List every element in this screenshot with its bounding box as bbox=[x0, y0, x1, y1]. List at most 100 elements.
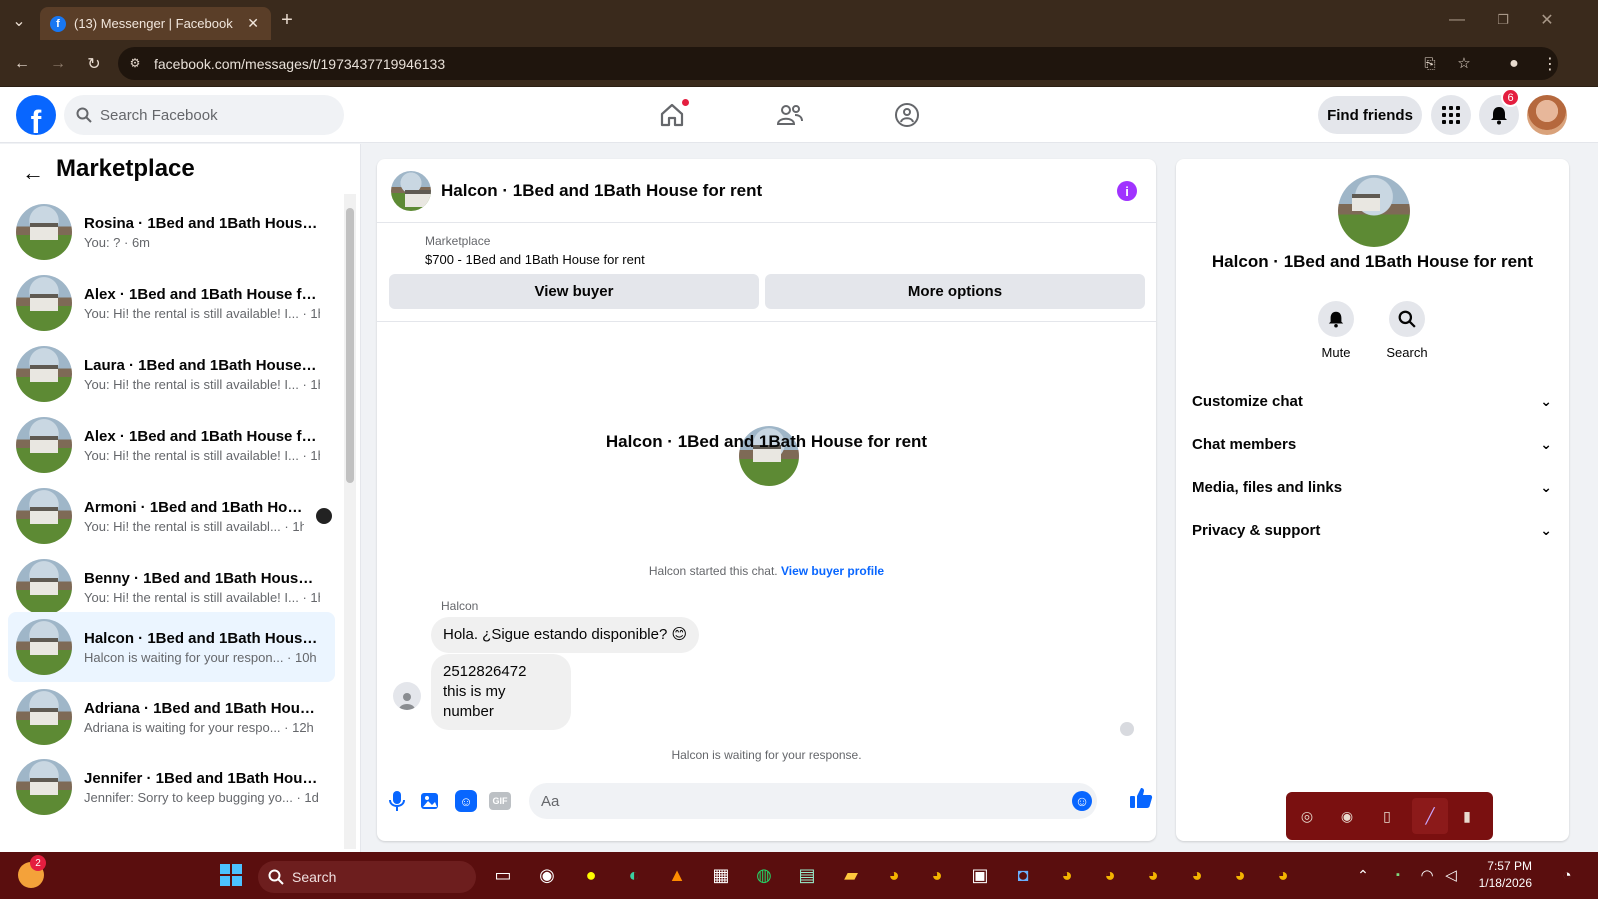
restore-icon[interactable]: ❐ bbox=[1492, 9, 1514, 31]
vlc-icon[interactable]: ▲ bbox=[662, 860, 692, 890]
install-app-icon[interactable]: ⎘ bbox=[1420, 53, 1440, 73]
message-bubble[interactable]: Hola. ¿Sigue estando disponible? 😊 bbox=[431, 617, 700, 653]
customize-chat-section[interactable]: Customize chat ⌄ bbox=[1192, 381, 1552, 421]
menu-button[interactable] bbox=[1431, 95, 1471, 135]
minimize-icon[interactable]: — bbox=[1446, 9, 1468, 31]
chrome-icon[interactable]: ◕ bbox=[1182, 860, 1212, 890]
listing-thumbnail bbox=[16, 759, 72, 815]
more-options-button[interactable]: More options bbox=[765, 274, 1145, 309]
info-icon[interactable]: i bbox=[1117, 181, 1137, 201]
facebook-logo[interactable]: f bbox=[16, 95, 56, 135]
tray-app-icon[interactable]: ▪ bbox=[1383, 860, 1413, 890]
edge-icon[interactable]: ◐ bbox=[619, 860, 649, 890]
app-icon[interactable]: ▣ bbox=[965, 860, 995, 890]
bookmark-star-icon[interactable]: ☆ bbox=[1454, 53, 1474, 73]
section-label: Chat members bbox=[1192, 435, 1297, 453]
home-nav[interactable] bbox=[642, 95, 702, 135]
back-arrow-icon[interactable]: ← bbox=[22, 160, 44, 186]
section-label: Privacy & support bbox=[1192, 521, 1321, 539]
list-item[interactable]: Adriana · 1Bed and 1Bath House... Adriana… bbox=[8, 682, 335, 752]
forward-icon[interactable]: → bbox=[46, 52, 70, 76]
steam-icon[interactable]: ◉ bbox=[1336, 805, 1358, 827]
privacy-support-section[interactable]: Privacy & support ⌄ bbox=[1192, 510, 1552, 550]
chevron-down-icon: ⌄ bbox=[1540, 521, 1552, 538]
emoji-icon[interactable]: ☺ bbox=[1072, 791, 1092, 811]
new-tab-icon[interactable]: + bbox=[276, 9, 298, 31]
search-in-chat-button[interactable] bbox=[1389, 301, 1425, 337]
mute-label: Mute bbox=[1321, 345, 1351, 360]
terminal-icon[interactable]: ▤ bbox=[792, 860, 822, 890]
list-item-selected[interactable]: Halcon · 1Bed and 1Bath House ... Halcon … bbox=[8, 612, 335, 682]
page-scrollbar[interactable] bbox=[1580, 144, 1598, 852]
view-buyer-profile-link[interactable]: View buyer profile bbox=[781, 564, 884, 578]
menu-kebab-icon[interactable]: ⋮ bbox=[1538, 52, 1562, 76]
game-bar-widget: ◎ ◉ ▯ ╱ ▮ bbox=[1286, 792, 1493, 840]
chrome-icon[interactable]: ◕ bbox=[922, 860, 952, 890]
details-avatar[interactable] bbox=[1338, 175, 1410, 247]
back-icon[interactable]: ← bbox=[10, 52, 34, 76]
profile-icon[interactable]: ● bbox=[1502, 52, 1526, 76]
clock[interactable]: 7:57 PM 1/18/2026 bbox=[1468, 858, 1532, 892]
account-avatar[interactable] bbox=[1527, 95, 1567, 135]
thumbs-up-icon[interactable] bbox=[1129, 786, 1153, 812]
phone-icon[interactable]: ▯ bbox=[1376, 805, 1398, 827]
snapchat-icon[interactable]: ● bbox=[576, 860, 606, 890]
brush-icon[interactable]: ╱ bbox=[1412, 798, 1448, 834]
sticker-icon[interactable]: ☺ bbox=[455, 790, 477, 812]
chrome-icon[interactable]: ◕ bbox=[1225, 860, 1255, 890]
chrome-icon[interactable]: ◕ bbox=[1138, 860, 1168, 890]
browser-tab[interactable]: f (13) Messenger | Facebook ✕ bbox=[40, 7, 271, 40]
chat-header-avatar[interactable] bbox=[391, 171, 431, 211]
find-friends-button[interactable]: Find friends bbox=[1318, 96, 1422, 134]
windows-start-icon[interactable] bbox=[220, 864, 242, 886]
whatsapp-icon[interactable]: ◍ bbox=[749, 860, 779, 890]
list-item[interactable]: Alex · 1Bed and 1Bath House for... You: H… bbox=[8, 410, 335, 480]
message-bubble[interactable]: 2512826472 this is my number bbox=[431, 654, 571, 730]
chat-header-title[interactable]: Halcon · 1Bed and 1Bath House for rent bbox=[441, 181, 762, 201]
taskbar-search[interactable]: Search bbox=[258, 861, 476, 893]
steam-taskbar-icon[interactable]: ◉ bbox=[532, 860, 562, 890]
tab-search-chevron-icon[interactable]: ⌄ bbox=[8, 10, 30, 32]
photo-icon[interactable] bbox=[420, 790, 442, 812]
sender-avatar[interactable] bbox=[393, 682, 421, 710]
capture-icon[interactable]: ◎ bbox=[1296, 805, 1318, 827]
chat-members-section[interactable]: Chat members ⌄ bbox=[1192, 424, 1552, 464]
list-scrollbar-track[interactable] bbox=[344, 194, 356, 849]
view-buyer-button[interactable]: View buyer bbox=[389, 274, 759, 309]
performance-icon[interactable]: ▮ bbox=[1456, 805, 1478, 827]
reload-icon[interactable]: ↻ bbox=[82, 52, 106, 76]
site-info-icon[interactable]: ⚙ bbox=[126, 54, 144, 72]
list-item[interactable]: Alex · 1Bed and 1Bath House for... You: H… bbox=[8, 268, 335, 338]
close-window-icon[interactable]: ✕ bbox=[1536, 9, 1558, 31]
chrome-icon[interactable]: ◕ bbox=[1268, 860, 1298, 890]
chrome-icon[interactable]: ◕ bbox=[1052, 860, 1082, 890]
microphone-icon[interactable] bbox=[387, 790, 407, 812]
file-explorer-icon[interactable]: ▰ bbox=[836, 860, 866, 890]
waiting-notice: Halcon is waiting for your response. bbox=[671, 748, 862, 762]
close-tab-icon[interactable]: ✕ bbox=[247, 15, 259, 32]
listing-price[interactable]: $700 - 1Bed and 1Bath House for rent bbox=[425, 252, 645, 267]
notification-bell-icon[interactable]: ◔ bbox=[1552, 860, 1582, 890]
app-icon[interactable]: ◘ bbox=[1008, 860, 1038, 890]
groups-nav[interactable] bbox=[877, 95, 937, 135]
task-view-icon[interactable]: ▭ bbox=[488, 860, 518, 890]
volume-icon[interactable]: ◁ bbox=[1436, 860, 1466, 890]
chrome-icon[interactable]: ◕ bbox=[1095, 860, 1125, 890]
list-item[interactable]: Armoni · 1Bed and 1Bath Hou... You: Hi! t… bbox=[8, 481, 335, 551]
show-hidden-icons-icon[interactable]: ⌃ bbox=[1348, 860, 1378, 890]
scrollbar-thumb[interactable] bbox=[346, 208, 354, 483]
list-item[interactable]: Laura · 1Bed and 1Bath House fo... You: H… bbox=[8, 339, 335, 409]
media-files-links-section[interactable]: Media, files and links ⌄ bbox=[1192, 467, 1552, 507]
address-bar[interactable]: ⚙ facebook.com/messages/t/19734377199461… bbox=[118, 47, 1558, 80]
search-input[interactable]: Search Facebook bbox=[64, 95, 344, 135]
list-item[interactable]: Jennifer · 1Bed and 1Bath House... Jennif… bbox=[8, 752, 335, 822]
friends-nav[interactable] bbox=[760, 95, 820, 135]
gif-icon[interactable]: GIF bbox=[489, 792, 511, 810]
store-icon[interactable]: ▦ bbox=[706, 860, 736, 890]
chrome-icon[interactable]: ◕ bbox=[879, 860, 909, 890]
message-input[interactable]: Aa ☺ bbox=[529, 783, 1097, 819]
listing-thumbnail bbox=[16, 204, 72, 260]
list-item[interactable]: Rosina · 1Bed and 1Bath House f... You: ?… bbox=[8, 197, 335, 267]
mute-button[interactable] bbox=[1318, 301, 1354, 337]
search-icon bbox=[76, 107, 92, 123]
